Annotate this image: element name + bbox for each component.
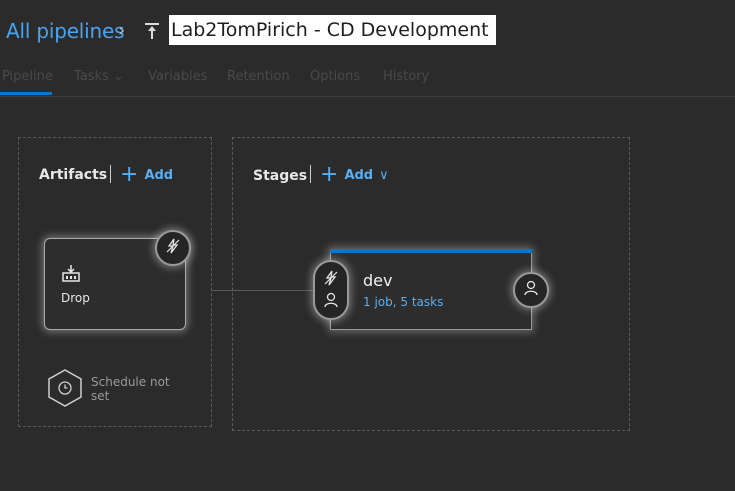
active-tab-indicator (0, 92, 52, 95)
add-stage-button[interactable]: + Add ∨ (320, 162, 389, 187)
add-artifact-button[interactable]: + Add (120, 162, 174, 187)
pipeline-title-input[interactable]: Lab2TomPirich - CD Development (169, 15, 496, 45)
tabs-divider (0, 96, 735, 97)
artifacts-divider (110, 165, 111, 183)
breadcrumb-all-pipelines[interactable]: All pipelines (6, 19, 125, 43)
plus-icon: + (120, 162, 139, 187)
artifact-name: Drop (61, 291, 90, 305)
add-stage-label: Add (344, 167, 374, 183)
person-approval-icon[interactable] (323, 292, 339, 312)
artifact-trigger-button[interactable] (155, 230, 191, 266)
stage-card-dev[interactable] (330, 249, 532, 330)
build-artifact-icon (61, 264, 81, 288)
release-pipeline-icon (144, 22, 160, 40)
tab-history[interactable]: History (383, 69, 429, 84)
lightning-trigger-icon[interactable] (323, 270, 339, 290)
add-artifact-label: Add (144, 167, 174, 183)
schedule-button[interactable] (46, 368, 84, 412)
person-approval-icon (523, 280, 539, 300)
post-deployment-conditions-button[interactable] (513, 272, 549, 308)
tab-retention[interactable]: Retention (227, 69, 290, 84)
chevron-down-icon: ⌄ (112, 69, 124, 84)
plus-icon: + (320, 162, 339, 187)
tab-tasks[interactable]: Tasks ⌄ (74, 69, 124, 84)
lightning-trigger-icon (165, 238, 181, 258)
stages-divider (310, 165, 311, 183)
artifacts-title: Artifacts (39, 167, 108, 183)
tab-variables[interactable]: Variables (148, 69, 207, 84)
stage-status-bar (330, 249, 532, 253)
stages-title: Stages (253, 168, 308, 184)
chevron-right-icon: › (118, 20, 126, 41)
stage-name: dev (363, 271, 393, 290)
clock-icon (46, 369, 84, 412)
chevron-down-icon: ∨ (379, 167, 389, 183)
schedule-status-text: Schedule not set (91, 375, 170, 403)
tab-tasks-label: Tasks (74, 69, 109, 84)
tab-options[interactable]: Options (310, 69, 360, 84)
pipeline-tabs: Pipeline Tasks ⌄ Variables Retention Opt… (0, 66, 735, 96)
stage-summary-link[interactable]: 1 job, 5 tasks (363, 295, 443, 309)
tab-pipeline[interactable]: Pipeline (2, 69, 53, 84)
